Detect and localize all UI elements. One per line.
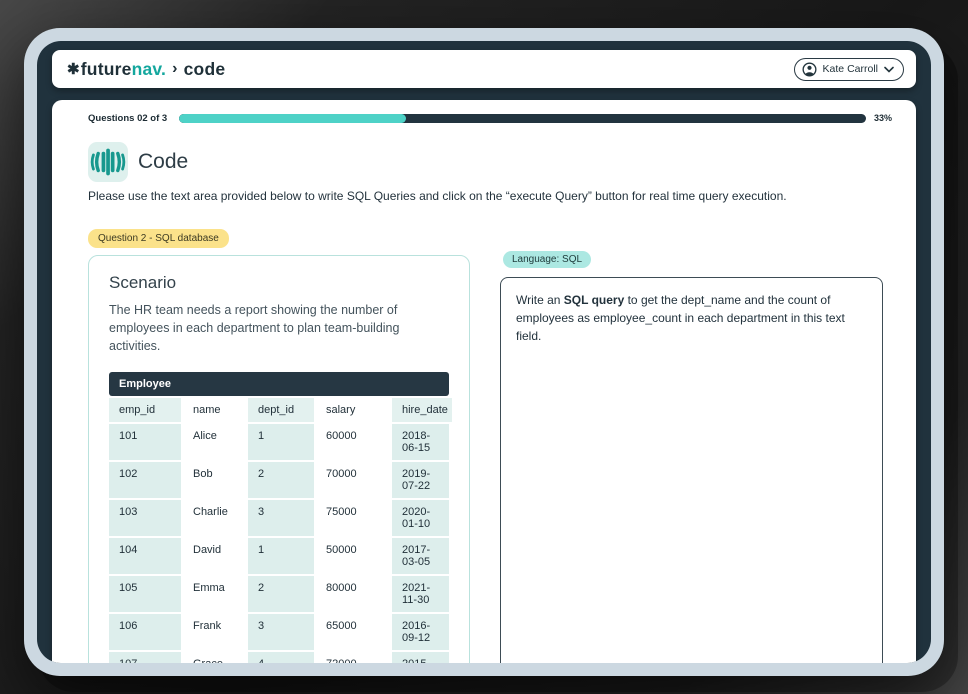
column-header: salary	[316, 398, 390, 422]
table-cell: 105	[109, 576, 181, 612]
page-header: Code	[88, 142, 188, 182]
scenario-title: Scenario	[109, 273, 449, 293]
question-badge: Question 2 - SQL database	[88, 229, 229, 248]
table-row: 105Emma2800002021-11-30	[109, 576, 449, 612]
table-cell: Bob	[183, 462, 246, 498]
table-cell: 107	[109, 652, 181, 663]
table-cell: 2016-09-12	[392, 614, 449, 650]
column-header: name	[183, 398, 246, 422]
table-cell: 2017-03-05	[392, 538, 449, 574]
table-cell: 1	[248, 538, 314, 574]
column-header: emp_id	[109, 398, 181, 422]
logo-part-nav: nav.	[132, 59, 167, 80]
avatar-icon	[802, 62, 817, 77]
breadcrumb-separator: ›	[172, 60, 178, 78]
chevron-down-icon[interactable]	[884, 66, 894, 73]
desktop-background: ✱futurenav. › code Kate Carroll	[0, 0, 968, 694]
logo-asterisk-icon: ✱	[67, 60, 80, 78]
logo-part-future: future	[81, 59, 132, 80]
table-cell: 3	[248, 500, 314, 536]
table-cell: Frank	[183, 614, 246, 650]
table-cell: 4	[248, 652, 314, 663]
table-cell: 2	[248, 576, 314, 612]
table-row: 104David1500002017-03-05	[109, 538, 449, 574]
table-cell: 2018-06-15	[392, 424, 449, 460]
table-header-row: emp_idnamedept_idsalaryhire_date	[109, 398, 449, 422]
table-cell: David	[183, 538, 246, 574]
table-cell: 104	[109, 538, 181, 574]
table-row: 101Alice1600002018-06-15	[109, 424, 449, 460]
page-title: Code	[138, 150, 188, 174]
prompt-text-prefix: Write an	[516, 293, 564, 307]
table-row: 107Grace4720002015-08-19	[109, 652, 449, 663]
column-header: hire_date	[392, 398, 452, 422]
table-cell: 2	[248, 462, 314, 498]
table-cell: 65000	[316, 614, 390, 650]
logo-part-code: code	[184, 59, 226, 80]
table-cell: Charlie	[183, 500, 246, 536]
device-frame: ✱futurenav. › code Kate Carroll	[24, 28, 944, 676]
table-row: 102Bob2700002019-07-22	[109, 462, 449, 498]
table-cell: 50000	[316, 538, 390, 574]
column-header: dept_id	[248, 398, 314, 422]
table-cell: 75000	[316, 500, 390, 536]
instruction-text: Please use the text area provided below …	[88, 189, 868, 203]
table-cell: 2020-01-10	[392, 500, 449, 536]
table-cell: Emma	[183, 576, 246, 612]
progress-section: Questions 02 of 3 33%	[88, 111, 892, 125]
table-cell: 103	[109, 500, 181, 536]
table-row: 103Charlie3750002020-01-10	[109, 500, 449, 536]
main-panel: Questions 02 of 3 33%	[52, 100, 916, 663]
table-cell: 70000	[316, 462, 390, 498]
table-row: 106Frank3650002016-09-12	[109, 614, 449, 650]
table-cell: 2021-11-30	[392, 576, 449, 612]
table-cell: 101	[109, 424, 181, 460]
table-cell: 2019-07-22	[392, 462, 449, 498]
scenario-card: Scenario The HR team needs a report show…	[88, 255, 470, 663]
table-cell: 72000	[316, 652, 390, 663]
table-cell: 80000	[316, 576, 390, 612]
scenario-description: The HR team needs a report showing the n…	[109, 302, 439, 355]
table-cell: 1	[248, 424, 314, 460]
query-textarea[interactable]: Write an SQL query to get the dept_name …	[500, 277, 883, 663]
top-nav: ✱futurenav. › code Kate Carroll	[52, 50, 916, 88]
language-badge: Language: SQL	[503, 251, 591, 268]
progress-bar	[179, 114, 866, 123]
user-name: Kate Carroll	[823, 63, 878, 75]
table-cell: 2015-08-19	[392, 652, 449, 663]
prompt-text-bold: SQL query	[564, 293, 624, 307]
app-logo: ✱futurenav. › code	[67, 59, 225, 80]
table-cell: 102	[109, 462, 181, 498]
progress-percent: 33%	[874, 113, 892, 123]
table-cell: Grace	[183, 652, 246, 663]
progress-label: Questions 02 of 3	[88, 113, 167, 124]
employee-table-title: Employee	[109, 372, 449, 396]
table-cell: 60000	[316, 424, 390, 460]
screen: ✱futurenav. › code Kate Carroll	[37, 41, 931, 663]
code-section-icon	[88, 142, 128, 182]
table-cell: Alice	[183, 424, 246, 460]
employee-table: emp_idnamedept_idsalaryhire_date101Alice…	[109, 398, 449, 663]
progress-bar-fill	[179, 114, 406, 123]
table-cell: 106	[109, 614, 181, 650]
user-menu-button[interactable]: Kate Carroll	[794, 58, 904, 81]
table-cell: 3	[248, 614, 314, 650]
